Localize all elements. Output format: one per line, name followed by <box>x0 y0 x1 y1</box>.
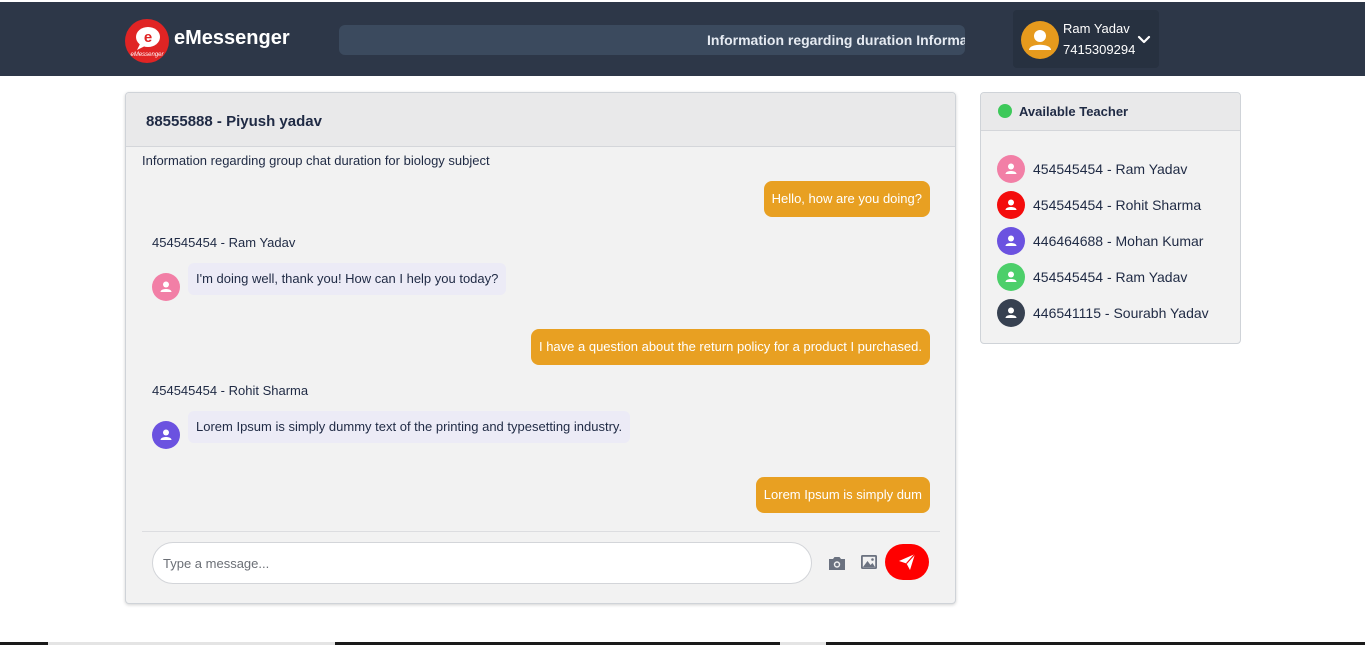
chat-subject: Information regarding group chat duratio… <box>142 153 490 168</box>
user-icon <box>1029 30 1051 50</box>
teacher-item[interactable]: 454545454 - Rohit Sharma <box>997 191 1232 219</box>
teacher-avatar <box>997 227 1025 255</box>
svg-text:e: e <box>144 29 152 46</box>
incoming-message: Lorem Ipsum is simply dummy text of the … <box>188 411 631 443</box>
teacher-avatar <box>997 191 1025 219</box>
teacher-label: 446464688 - Mohan Kumar <box>1033 233 1204 249</box>
top-navbar: e eMessenger eMessenger Information rega… <box>0 2 1365 76</box>
chat-bubble-logo-icon: e eMessenger <box>130 27 165 58</box>
message-sender: 454545454 - Rohit Sharma <box>152 383 309 398</box>
user-icon <box>1005 199 1017 210</box>
user-phone: 7415309294 <box>1063 42 1136 57</box>
user-icon <box>160 429 172 440</box>
available-teachers-panel: Available Teacher 454545454 - Ram Yadav … <box>980 92 1241 344</box>
teacher-label: 454545454 - Rohit Sharma <box>1033 197 1202 213</box>
user-icon <box>1005 163 1017 174</box>
image-icon[interactable] <box>860 554 878 570</box>
online-status-icon <box>998 104 1012 118</box>
user-icon <box>1005 235 1017 246</box>
message-sender: 454545454 - Ram Yadav <box>152 235 296 250</box>
teachers-header: Available Teacher <box>981 93 1240 131</box>
teacher-item[interactable]: 446464688 - Mohan Kumar <box>997 227 1232 255</box>
chat-title: 88555888 - Piyush yadav <box>146 113 322 130</box>
teacher-avatar <box>997 263 1025 291</box>
teacher-item[interactable]: 454545454 - Ram Yadav <box>997 263 1232 291</box>
paper-plane-icon <box>899 553 916 570</box>
composer-divider <box>142 531 940 532</box>
message-input[interactable] <box>152 542 812 584</box>
teacher-item[interactable]: 454545454 - Ram Yadav <box>997 155 1232 183</box>
outgoing-message: I have a question about the return polic… <box>530 329 930 365</box>
app-title: eMessenger <box>174 27 290 49</box>
chat-header: 88555888 - Piyush yadav <box>126 93 955 147</box>
logo-wordmark: eMessenger <box>130 52 164 58</box>
teachers-title: Available Teacher <box>1019 104 1129 119</box>
user-icon <box>1005 307 1017 318</box>
teacher-avatar <box>997 299 1025 327</box>
user-avatar <box>1021 21 1059 59</box>
sender-avatar <box>152 273 180 301</box>
user-icon <box>160 281 172 292</box>
teacher-label: 446541115 - Sourabh Yadav <box>1033 305 1209 321</box>
teacher-item[interactable]: 446541115 - Sourabh Yadav <box>997 299 1232 327</box>
teacher-label: 454545454 - Ram Yadav <box>1033 269 1188 285</box>
outgoing-message: Hello, how are you doing? <box>763 181 930 217</box>
incoming-message: I'm doing well, thank you! How can I hel… <box>188 263 507 295</box>
outgoing-message: Lorem Ipsum is simply dum <box>755 477 930 513</box>
ticker-text: Information regarding duration Informati… <box>707 32 965 48</box>
emessenger-logo[interactable]: e eMessenger <box>125 19 169 63</box>
announcement-ticker: Information regarding duration Informati… <box>339 25 965 55</box>
sender-avatar <box>152 421 180 449</box>
camera-icon[interactable] <box>828 555 846 571</box>
teacher-avatar <box>997 155 1025 183</box>
teacher-label: 454545454 - Ram Yadav <box>1033 161 1188 177</box>
send-button[interactable] <box>885 544 929 580</box>
user-icon <box>1005 271 1017 282</box>
chat-panel: 88555888 - Piyush yadav Information rega… <box>125 92 956 604</box>
user-name: Ram Yadav <box>1063 21 1130 36</box>
chevron-down-icon[interactable] <box>1137 33 1151 47</box>
user-menu[interactable]: Ram Yadav 7415309294 <box>1013 10 1159 68</box>
